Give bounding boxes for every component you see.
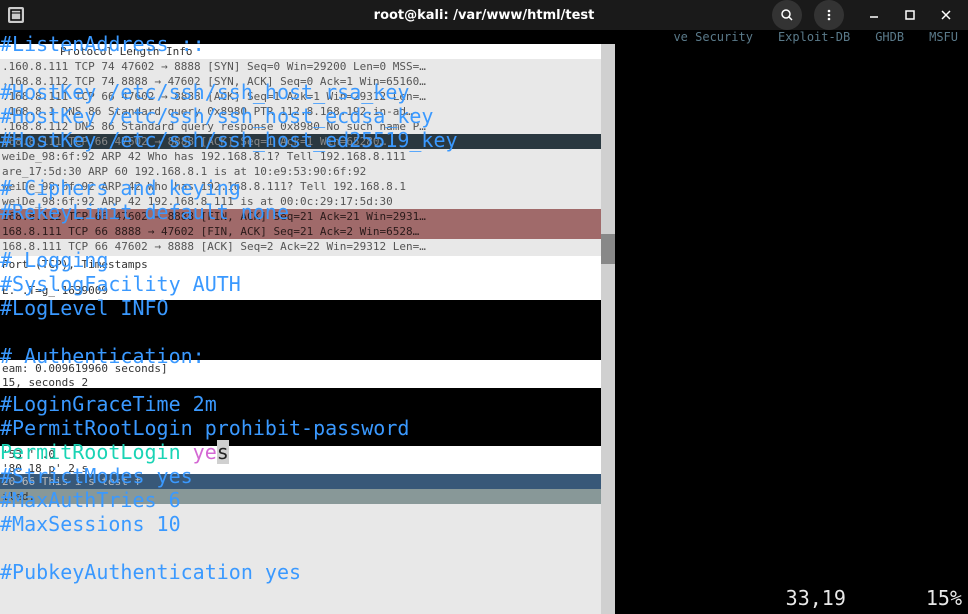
app-icon	[8, 7, 24, 23]
vim-line	[0, 320, 968, 344]
vim-file-info: "/etc/ssh/sshd_config" 122L, 3270C	[6, 586, 415, 610]
vim-line	[0, 536, 968, 560]
window-controls	[772, 0, 964, 30]
minimize-icon	[869, 10, 879, 20]
vim-cursor: s	[217, 440, 229, 464]
vim-line: # Ciphers and keying	[0, 176, 968, 200]
vim-line	[0, 56, 968, 80]
vim-line: #PermitRootLogin prohibit-password	[0, 416, 968, 440]
vim-line	[0, 152, 968, 176]
maximize-icon	[905, 10, 915, 20]
vim-editor[interactable]: #ListenAddress :: #HostKey /etc/ssh/ssh_…	[0, 32, 968, 610]
vim-line: #PubkeyAuthentication yes	[0, 560, 968, 584]
maximize-button[interactable]	[892, 1, 928, 29]
vim-line: #RekeyLimit default none	[0, 200, 968, 224]
minimize-button[interactable]	[856, 1, 892, 29]
vim-percent: 15%	[926, 586, 962, 610]
vim-line: #HostKey /etc/ssh/ssh_host_rsa_key	[0, 80, 968, 104]
vim-cursor-position: 33,19	[786, 586, 846, 610]
vim-line: # Authentication:	[0, 344, 968, 368]
search-icon	[780, 8, 794, 22]
vim-line: #ListenAddress ::	[0, 32, 968, 56]
vim-line: PermitRootLogin yes	[0, 440, 968, 464]
vim-line: #StrictModes yes	[0, 464, 968, 488]
vim-line	[0, 368, 968, 392]
kebab-menu-icon	[822, 8, 836, 22]
menu-button[interactable]	[814, 0, 844, 30]
search-button[interactable]	[772, 0, 802, 30]
close-button[interactable]	[928, 1, 964, 29]
vim-line: #SyslogFacility AUTH	[0, 272, 968, 296]
vim-line	[0, 224, 968, 248]
titlebar: root@kali: /var/www/html/test	[0, 0, 968, 30]
vim-statusline: "/etc/ssh/sshd_config" 122L, 3270C 33,19…	[0, 586, 968, 610]
vim-line: #HostKey /etc/ssh/ssh_host_ecdsa_key	[0, 104, 968, 128]
vim-line: # Logging	[0, 248, 968, 272]
vim-line: #LoginGraceTime 2m	[0, 392, 968, 416]
window-title: root@kali: /var/www/html/test	[374, 8, 595, 23]
vim-line: #MaxSessions 10	[0, 512, 968, 536]
vim-line: #MaxAuthTries 6	[0, 488, 968, 512]
vim-line: #HostKey /etc/ssh/ssh_host_ed25519_key	[0, 128, 968, 152]
close-icon	[941, 10, 951, 20]
vim-line: #LogLevel INFO	[0, 296, 968, 320]
